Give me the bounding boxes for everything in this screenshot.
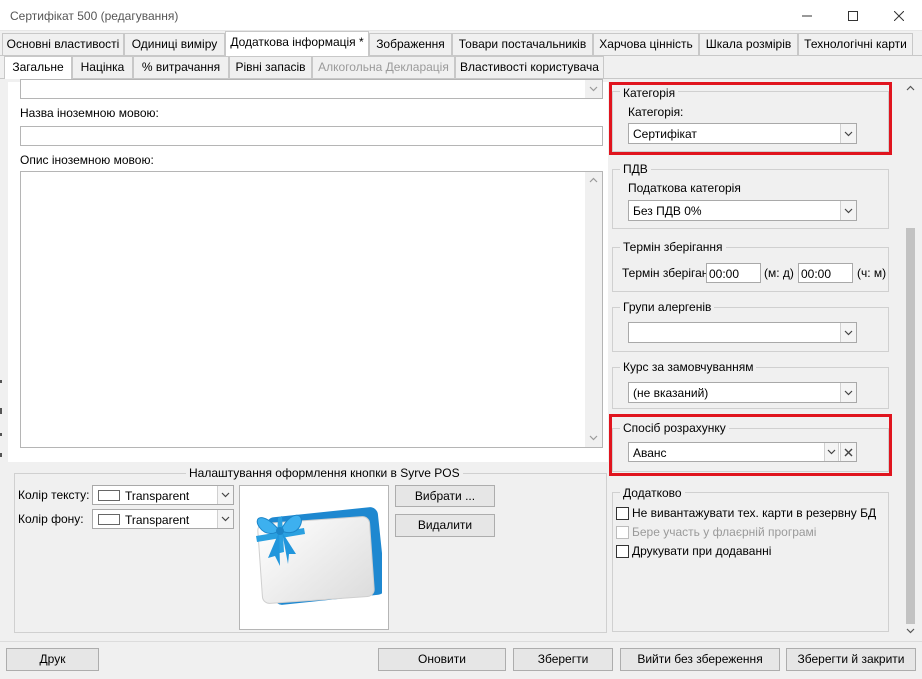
vat-group-title: ПДВ xyxy=(620,162,651,176)
vat-value: Без ПДВ 0% xyxy=(633,204,702,218)
shelf-life-hours-input[interactable]: 00:00 xyxy=(798,263,853,283)
save-and-close-button[interactable]: Зберегти й закрити xyxy=(786,648,916,671)
main-vertical-scrollbar[interactable] xyxy=(902,80,919,640)
bg-color-label: Колір фону: xyxy=(18,512,84,526)
shelf-life-hours-unit: (ч: м) xyxy=(857,266,887,280)
text-color-swatch xyxy=(98,490,120,501)
subtab-user-properties[interactable]: Властивості користувача xyxy=(455,56,604,78)
refresh-button[interactable]: Оновити xyxy=(378,648,506,671)
subtab-general[interactable]: Загальне xyxy=(4,56,72,79)
calc-method-highlight xyxy=(609,414,892,476)
shelf-life-group-title: Термін зберігання xyxy=(620,240,726,254)
foreign-desc-textarea[interactable] xyxy=(20,171,603,448)
gift-card-icon xyxy=(256,507,382,605)
exit-without-save-button[interactable]: Вийти без збереження xyxy=(620,648,780,671)
subtab-alcohol-declaration[interactable]: Алкогольна Декларація xyxy=(312,56,455,78)
default-rate-value: (не вказаний) xyxy=(633,386,709,400)
tab-nutrition[interactable]: Харчова цінність xyxy=(593,33,699,55)
subtab-markup[interactable]: Націнка xyxy=(72,56,133,78)
foreign-desc-scrollbar[interactable] xyxy=(585,172,602,447)
print-on-add-label: Друкувати при додаванні xyxy=(632,544,772,558)
flyer-program-label: Бере участь у флаєрній програмі xyxy=(632,525,817,539)
close-icon xyxy=(894,10,904,21)
button-image-preview[interactable] xyxy=(239,485,389,630)
flyer-program-checkbox[interactable] xyxy=(616,526,629,539)
delete-image-button[interactable]: Видалити xyxy=(395,514,495,537)
tab-tech-cards[interactable]: Технологічні карти xyxy=(798,33,913,55)
text-color-select[interactable]: Transparent xyxy=(92,485,234,505)
save-button[interactable]: Зберегти xyxy=(513,648,613,671)
default-rate-dropdown-button[interactable] xyxy=(840,383,856,402)
tab-units[interactable]: Одиниці виміру xyxy=(124,33,225,55)
default-rate-select[interactable]: (не вказаний) xyxy=(628,382,857,403)
text-color-dropdown-button[interactable] xyxy=(217,486,233,504)
close-button[interactable] xyxy=(876,0,922,31)
vat-select[interactable]: Без ПДВ 0% xyxy=(628,200,857,221)
minimize-icon xyxy=(802,11,812,21)
tab-supplier-goods[interactable]: Товари постачальників xyxy=(452,33,593,55)
chevron-up-icon xyxy=(589,177,598,183)
foreign-name-label: Назва іноземною мовою: xyxy=(20,106,159,120)
no-export-tech-cards-label: Не вивантажувати тех. карти в резервну Б… xyxy=(632,506,877,520)
text-color-value: Transparent xyxy=(125,489,190,503)
print-on-add-checkbox[interactable] xyxy=(616,545,629,558)
pos-settings-title: Налаштування оформлення кнопки в Syrve P… xyxy=(186,466,463,480)
shelf-life-days-unit: (м: д) xyxy=(764,266,794,280)
chevron-down-icon xyxy=(221,516,230,522)
chevron-down-icon xyxy=(844,208,853,213)
vat-label: Податкова категорія xyxy=(628,181,741,195)
chevron-up-icon xyxy=(906,85,915,91)
title-bar: Сертифікат 500 (редагування) xyxy=(0,0,922,31)
maximize-icon xyxy=(848,10,858,21)
text-color-label: Колір тексту: xyxy=(18,488,90,502)
bg-color-dropdown-button[interactable] xyxy=(217,510,233,528)
foreign-name-input[interactable] xyxy=(20,126,603,146)
allergens-select[interactable] xyxy=(628,322,857,343)
edge-mark xyxy=(0,433,2,436)
default-rate-group-title: Курс за замовчуванням xyxy=(620,360,757,374)
description-scrollbar[interactable] xyxy=(585,80,602,98)
bg-color-select[interactable]: Transparent xyxy=(92,509,234,529)
maximize-button[interactable] xyxy=(830,0,876,31)
print-button[interactable]: Друк xyxy=(6,648,99,671)
edge-mark xyxy=(0,453,2,457)
tab-main-properties[interactable]: Основні властивості xyxy=(2,33,124,55)
description-field[interactable] xyxy=(20,79,603,99)
chevron-down-icon xyxy=(221,492,230,498)
category-highlight xyxy=(609,82,892,155)
minimize-button[interactable] xyxy=(784,0,830,31)
tab-size-scale[interactable]: Шкала розмірів xyxy=(699,33,798,55)
additional-group-title: Додатково xyxy=(620,486,685,500)
choose-image-button[interactable]: Вибрати ... xyxy=(395,485,495,507)
bg-color-value: Transparent xyxy=(125,513,190,527)
main-scrollbar-thumb[interactable] xyxy=(906,228,915,624)
bg-color-swatch xyxy=(98,514,120,525)
edge-mark xyxy=(0,408,2,414)
chevron-down-icon xyxy=(844,330,853,335)
chevron-down-icon xyxy=(844,390,853,395)
tab-images[interactable]: Зображення xyxy=(369,33,452,55)
no-export-tech-cards-checkbox[interactable] xyxy=(616,507,629,520)
shelf-life-days-value: 00:00 xyxy=(709,267,740,281)
subtab-stock-levels[interactable]: Рівні запасів xyxy=(229,56,312,78)
subtab-consumption[interactable]: % витрачання xyxy=(133,56,229,78)
edge-mark xyxy=(0,380,2,383)
chevron-down-icon xyxy=(589,86,598,92)
foreign-desc-label: Опис іноземною мовою: xyxy=(20,153,154,167)
shelf-life-hours-value: 00:00 xyxy=(801,267,832,281)
allergens-group-title: Групи алергенів xyxy=(620,300,715,314)
vat-dropdown-button[interactable] xyxy=(840,201,856,220)
shelf-life-days-input[interactable]: 00:00 xyxy=(706,263,761,283)
chevron-down-icon xyxy=(589,435,598,441)
chevron-down-icon xyxy=(906,628,915,634)
allergens-dropdown-button[interactable] xyxy=(840,323,856,342)
tab-additional-info[interactable]: Додаткова інформація * xyxy=(225,31,369,56)
window-title: Сертифікат 500 (редагування) xyxy=(10,9,179,23)
shelf-life-label: Термін зберіганн xyxy=(622,266,716,280)
